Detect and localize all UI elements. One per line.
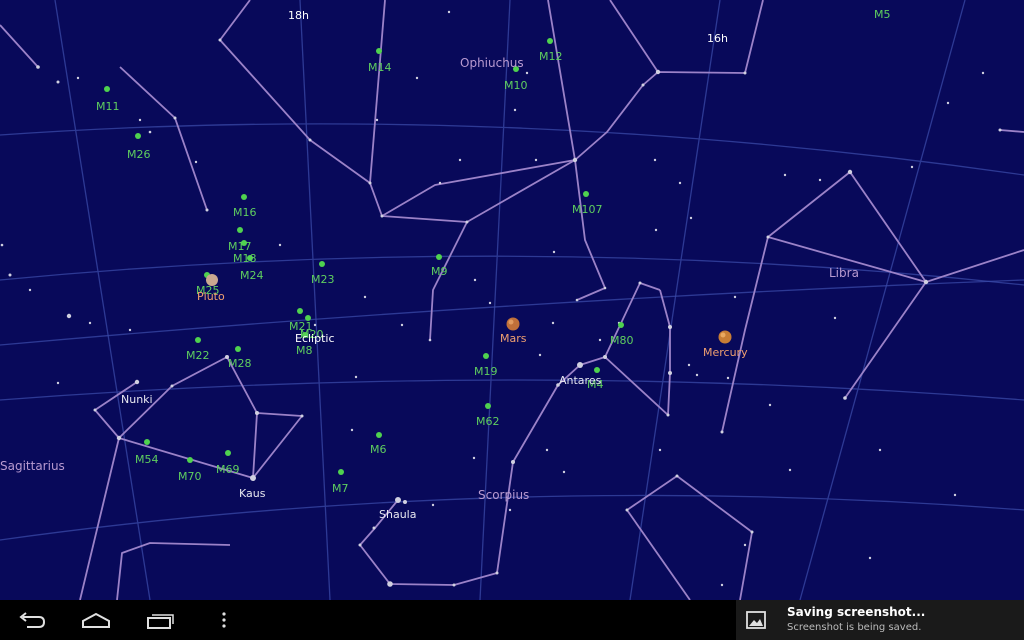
navigation-bar bbox=[0, 600, 736, 640]
messier-m69[interactable]: M69 bbox=[216, 463, 240, 476]
messier-m28[interactable]: M28 bbox=[228, 357, 252, 370]
planet-pluto-label[interactable]: Pluto bbox=[197, 290, 225, 303]
star-nunki[interactable]: Nunki bbox=[121, 393, 153, 406]
messier-m107[interactable]: M107 bbox=[572, 203, 603, 216]
messier-m80[interactable]: M80 bbox=[610, 334, 634, 347]
home-button[interactable] bbox=[72, 606, 120, 634]
mercury-marker bbox=[718, 330, 732, 344]
messier-m22[interactable]: M22 bbox=[186, 349, 210, 362]
home-icon bbox=[82, 612, 110, 628]
mars-marker bbox=[506, 317, 520, 331]
sky-map[interactable]: 18h 16h Ophiuchus Libra Sagittarius Scor… bbox=[0, 0, 1024, 600]
messier-m6[interactable]: M6 bbox=[370, 443, 387, 456]
messier-m12[interactable]: M12 bbox=[539, 50, 563, 63]
messier-m18[interactable]: M18 bbox=[233, 252, 257, 265]
constellation-sagittarius[interactable]: Sagittarius bbox=[0, 460, 65, 473]
star-kaus[interactable]: Kaus bbox=[239, 487, 265, 500]
notification-title: Saving screenshot... bbox=[787, 605, 926, 619]
recent-apps-icon bbox=[147, 614, 174, 629]
messier-m54[interactable]: M54 bbox=[135, 453, 159, 466]
ecliptic-label: Ecliptic bbox=[295, 332, 335, 345]
constellation-scorpius[interactable]: Scorpius bbox=[478, 489, 529, 502]
messier-m14[interactable]: M14 bbox=[368, 61, 392, 74]
screenshot-notification[interactable]: Saving screenshot... Screenshot is being… bbox=[736, 600, 1024, 640]
notification-text: Screenshot is being saved. bbox=[787, 622, 922, 633]
messier-m11[interactable]: M11 bbox=[96, 100, 120, 113]
messier-m62[interactable]: M62 bbox=[476, 415, 500, 428]
constellation-libra[interactable]: Libra bbox=[829, 267, 859, 280]
messier-m70[interactable]: M70 bbox=[178, 470, 202, 483]
planet-mercury-label[interactable]: Mercury bbox=[703, 346, 748, 359]
ra-label-16h: 16h bbox=[707, 32, 728, 45]
messier-m5[interactable]: M5 bbox=[874, 8, 891, 21]
constellation-ophiuchus[interactable]: Ophiuchus bbox=[460, 57, 524, 70]
recent-apps-button[interactable] bbox=[136, 606, 184, 634]
messier-m26[interactable]: M26 bbox=[127, 148, 151, 161]
messier-m9[interactable]: M9 bbox=[431, 265, 448, 278]
star-shaula[interactable]: Shaula bbox=[379, 508, 416, 521]
messier-m19[interactable]: M19 bbox=[474, 365, 498, 378]
messier-m23[interactable]: M23 bbox=[311, 273, 335, 286]
image-icon bbox=[746, 611, 766, 629]
messier-m24[interactable]: M24 bbox=[240, 269, 264, 282]
messier-m10[interactable]: M10 bbox=[504, 79, 528, 92]
messier-m16[interactable]: M16 bbox=[233, 206, 257, 219]
planet-mars-label[interactable]: Mars bbox=[500, 332, 527, 345]
messier-m8[interactable]: M8 bbox=[296, 344, 313, 357]
menu-button[interactable] bbox=[200, 606, 248, 634]
messier-m7[interactable]: M7 bbox=[332, 482, 349, 495]
menu-icon bbox=[222, 612, 226, 628]
back-icon bbox=[19, 612, 46, 628]
ra-label-18h: 18h bbox=[288, 9, 309, 22]
star-antares[interactable]: Antares bbox=[559, 374, 601, 387]
back-button[interactable] bbox=[8, 606, 56, 634]
